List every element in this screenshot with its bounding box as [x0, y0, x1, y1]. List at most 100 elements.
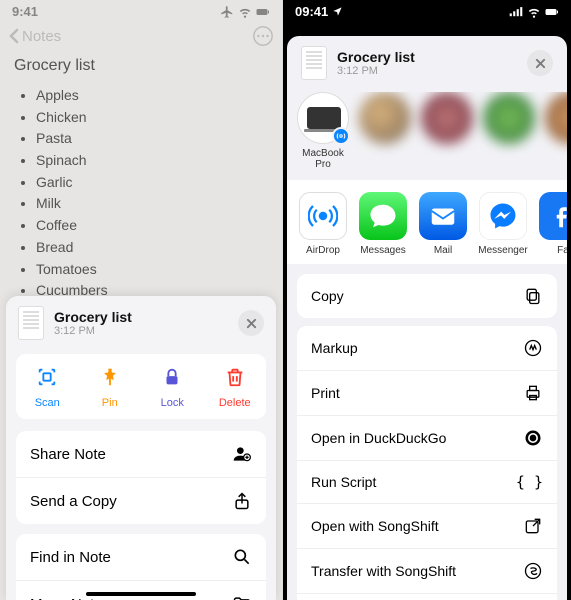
close-button[interactable] — [527, 50, 553, 76]
move-note-button[interactable]: Move Note — [16, 580, 266, 600]
lock-label: Lock — [141, 397, 204, 409]
facebook-icon — [539, 192, 567, 240]
pin-icon — [99, 366, 121, 388]
contact-avatar — [483, 92, 535, 144]
app-label: AirDrop — [306, 245, 340, 256]
share-sheet: Grocery list 3:12 PM MacBook Pro — [287, 36, 567, 600]
messenger-icon — [479, 192, 527, 240]
app-label: Fa — [557, 245, 567, 256]
transfer-ss-label: Transfer with SongShift — [311, 563, 456, 579]
pin-button[interactable]: Pin — [79, 354, 142, 419]
open-ss-label: Open with SongShift — [311, 518, 439, 534]
laptop-icon — [307, 107, 341, 129]
status-bar: 09:41 — [283, 0, 571, 21]
markup-icon — [523, 338, 543, 358]
script-label: Run Script — [311, 474, 376, 490]
note-thumbnail-icon — [301, 46, 327, 80]
airdrop-icon — [299, 192, 347, 240]
open-songshift-button[interactable]: Open with SongShift — [297, 503, 557, 548]
save-pocket-button[interactable]: Save to Pocket — [297, 593, 557, 600]
duckduckgo-icon — [523, 428, 543, 448]
mail-icon — [419, 192, 467, 240]
app-facebook[interactable]: Fa — [537, 192, 567, 256]
send-copy-label: Send a Copy — [30, 493, 117, 510]
sheet-subtitle: 3:12 PM — [54, 325, 228, 337]
share-note-button[interactable]: Share Note — [16, 431, 266, 477]
phone-left: 9:41 Notes Grocery list Apples Chicken P… — [0, 0, 283, 600]
contact-avatar — [545, 92, 567, 144]
note-thumbnail-icon — [18, 306, 44, 340]
scan-icon — [36, 366, 58, 388]
messages-icon — [359, 192, 407, 240]
share-actions: Copy Markup Print Open in DuckDuckGo — [287, 264, 567, 600]
menu-group-share: Share Note Send a Copy — [16, 431, 266, 524]
app-label: Mail — [434, 245, 452, 256]
songshift-icon — [523, 561, 543, 581]
wifi-icon — [527, 5, 541, 19]
markup-label: Markup — [311, 340, 358, 356]
print-label: Print — [311, 385, 340, 401]
run-script-button[interactable]: Run Script { } — [297, 460, 557, 503]
signal-icon — [509, 5, 523, 19]
share-icon — [232, 491, 252, 511]
contact-macbook[interactable]: MacBook Pro — [297, 92, 349, 170]
sheet-header: Grocery list 3:12 PM — [287, 36, 567, 90]
trash-icon — [224, 366, 246, 388]
location-icon — [332, 6, 343, 17]
contact-avatar — [359, 92, 411, 144]
transfer-songshift-button[interactable]: Transfer with SongShift — [297, 548, 557, 593]
home-indicator[interactable] — [86, 592, 196, 596]
share-apps: AirDrop Messages Mail Messenger — [287, 180, 567, 264]
status-icons — [509, 5, 559, 19]
airdrop-badge-icon — [332, 127, 350, 145]
close-icon — [246, 318, 257, 329]
contact-blurred[interactable] — [483, 92, 535, 170]
copy-button[interactable]: Copy — [297, 274, 557, 318]
app-messages[interactable]: Messages — [357, 192, 409, 256]
send-copy-button[interactable]: Send a Copy — [16, 477, 266, 524]
sheet-subtitle: 3:12 PM — [337, 65, 517, 77]
lock-button[interactable]: Lock — [141, 354, 204, 419]
status-time: 09:41 — [295, 4, 343, 19]
share-note-label: Share Note — [30, 446, 106, 463]
sheet-header: Grocery list 3:12 PM — [6, 296, 276, 350]
app-airdrop[interactable]: AirDrop — [297, 192, 349, 256]
scan-button[interactable]: Scan — [16, 354, 79, 419]
battery-icon — [545, 5, 559, 19]
braces-icon: { } — [516, 473, 543, 491]
contact-blurred[interactable] — [545, 92, 567, 170]
phone-right: 09:41 Grocery list 3:12 PM — [283, 0, 571, 600]
ddg-label: Open in DuckDuckGo — [311, 430, 446, 446]
quick-actions: Scan Pin Lock Delete — [16, 354, 266, 419]
print-button[interactable]: Print — [297, 370, 557, 415]
app-messenger[interactable]: Messenger — [477, 192, 529, 256]
action-sheet: Grocery list 3:12 PM Scan Pin Lock — [6, 296, 276, 600]
contact-avatar — [297, 92, 349, 144]
app-label: Messages — [360, 245, 406, 256]
app-label: Messenger — [478, 245, 527, 256]
pin-label: Pin — [79, 397, 142, 409]
delete-label: Delete — [204, 397, 267, 409]
printer-icon — [523, 383, 543, 403]
open-duckduckgo-button[interactable]: Open in DuckDuckGo — [297, 415, 557, 460]
delete-button[interactable]: Delete — [204, 354, 267, 419]
find-in-note-button[interactable]: Find in Note — [16, 534, 266, 580]
copy-label: Copy — [311, 288, 344, 304]
person-add-icon — [232, 444, 252, 464]
lock-icon — [161, 366, 183, 388]
move-label: Move Note — [30, 596, 103, 600]
markup-button[interactable]: Markup — [297, 326, 557, 370]
sheet-title: Grocery list — [337, 49, 517, 65]
open-in-icon — [523, 516, 543, 536]
contact-blurred[interactable] — [359, 92, 411, 170]
contact-blurred[interactable] — [421, 92, 473, 170]
scan-label: Scan — [16, 397, 79, 409]
app-mail[interactable]: Mail — [417, 192, 469, 256]
sheet-title: Grocery list — [54, 309, 228, 325]
folder-icon — [232, 594, 252, 600]
close-button[interactable] — [238, 310, 264, 336]
menu-group-edit: Find in Note Move Note Lines & Grids — [16, 534, 266, 600]
contact-avatar — [421, 92, 473, 144]
contact-label: MacBook Pro — [302, 148, 344, 170]
copy-icon — [523, 286, 543, 306]
